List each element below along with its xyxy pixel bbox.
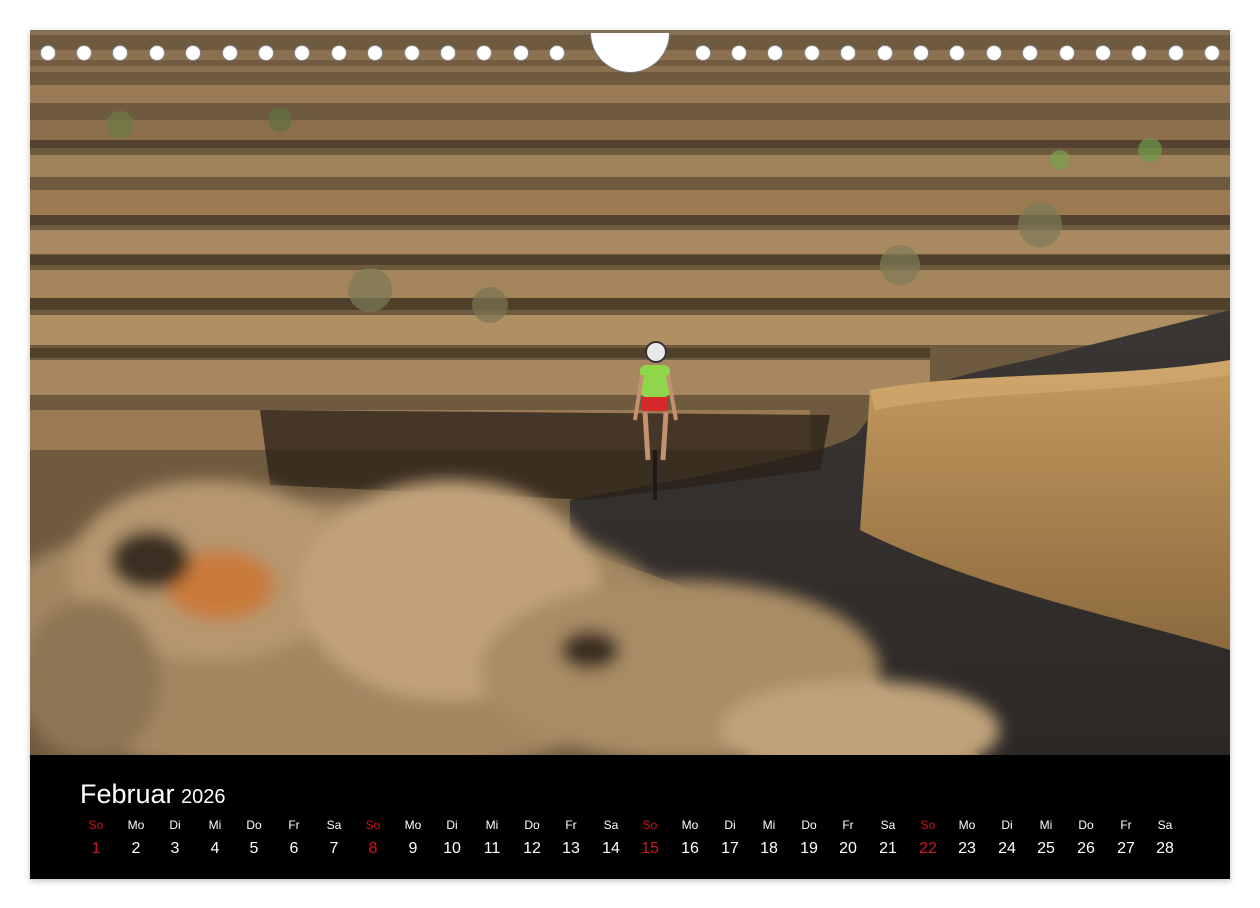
day-number: 10 <box>443 840 461 857</box>
day-name: Sa <box>1157 818 1173 832</box>
binding-hole <box>986 45 1002 61</box>
day-name: Di <box>169 818 181 832</box>
binding-hole <box>1131 45 1147 61</box>
binding-hole <box>549 45 565 61</box>
day-name: Sa <box>880 818 896 832</box>
binding-hole <box>877 45 893 61</box>
day-number: 9 <box>408 840 418 857</box>
day-number: 28 <box>1156 840 1174 857</box>
day-name: Di <box>724 818 736 832</box>
calendar-strip: Februar 2026 So 1 Mo 2 Di 3 Mi 4 Do 5 Fr 6 Sa 7 So 8 Mo 9… <box>30 755 1230 879</box>
binding-hole <box>1168 45 1184 61</box>
binding-hole <box>112 45 128 61</box>
binding-hole <box>331 45 347 61</box>
binding-hole <box>913 45 929 61</box>
day-name: Mi <box>485 818 499 832</box>
binding-hole <box>767 45 783 61</box>
binding-hole <box>1095 45 1111 61</box>
binding-hole <box>258 45 274 61</box>
day-name: Mo <box>681 818 699 832</box>
binding-hole <box>40 45 56 61</box>
month-name: Februar <box>80 779 175 809</box>
binding-hole <box>804 45 820 61</box>
binding-hole <box>949 45 965 61</box>
day-number: 27 <box>1117 840 1135 857</box>
month-title: Februar 2026 <box>80 779 226 810</box>
day-name: Mi <box>1039 818 1053 832</box>
photo-illustration <box>30 30 1230 755</box>
day-name: Mi <box>208 818 222 832</box>
day-number: 5 <box>249 840 259 857</box>
hanger-cutout <box>590 33 670 73</box>
day-number: 24 <box>998 840 1016 857</box>
binding-hole <box>149 45 165 61</box>
day-number: 22 <box>919 840 937 857</box>
binding-hole <box>476 45 492 61</box>
binding-hole <box>840 45 856 61</box>
day-name: Mo <box>958 818 976 832</box>
day-number: 23 <box>958 840 976 857</box>
binding-hole <box>222 45 238 61</box>
day-number: 4 <box>210 840 220 857</box>
day-name: Do <box>246 818 262 832</box>
day-number: 14 <box>602 840 620 857</box>
day-name: Sa <box>603 818 619 832</box>
binding-hole <box>731 45 747 61</box>
day-name: Sa <box>326 818 342 832</box>
binding-hole <box>440 45 456 61</box>
binding-hole <box>1204 45 1220 61</box>
day-name: So <box>365 818 381 832</box>
day-name: Di <box>1001 818 1013 832</box>
day-number: 8 <box>368 840 378 857</box>
calendar-page: Februar 2026 So 1 Mo 2 Di 3 Mi 4 Do 5 Fr 6 Sa 7 So 8 Mo 9… <box>30 30 1230 879</box>
day-name: Mi <box>762 818 776 832</box>
day-name: Fr <box>565 818 577 832</box>
day-number: 18 <box>760 840 778 857</box>
day-number: 6 <box>289 840 299 857</box>
binding-hole <box>185 45 201 61</box>
day-number: 11 <box>483 840 501 857</box>
binding-hole <box>513 45 529 61</box>
day-number: 25 <box>1037 840 1055 857</box>
day-number: 1 <box>91 840 101 857</box>
day-number: 7 <box>329 840 339 857</box>
day-number: 26 <box>1077 840 1095 857</box>
day-number: 21 <box>879 840 897 857</box>
day-name: So <box>642 818 658 832</box>
binding-hole <box>1059 45 1075 61</box>
day-number: 20 <box>839 840 857 857</box>
day-number: 15 <box>641 840 659 857</box>
day-name: Do <box>801 818 817 832</box>
day-name: Do <box>524 818 540 832</box>
day-number: 3 <box>170 840 180 857</box>
day-number: 17 <box>721 840 739 857</box>
year: 2026 <box>181 786 226 808</box>
day-name: Fr <box>288 818 300 832</box>
day-number: 16 <box>681 840 699 857</box>
day-name: Di <box>446 818 458 832</box>
binding-hole <box>1022 45 1038 61</box>
day-name: So <box>920 818 936 832</box>
binding-hole <box>695 45 711 61</box>
landscape-photo <box>30 30 1230 755</box>
day-name: Do <box>1078 818 1094 832</box>
day-number: 12 <box>523 840 541 857</box>
day-name: Fr <box>842 818 854 832</box>
day-name: Fr <box>1120 818 1132 832</box>
binding-hole <box>404 45 420 61</box>
day-name: Mo <box>127 818 145 832</box>
day-number: 19 <box>800 840 818 857</box>
binding-hole <box>76 45 92 61</box>
binding-holes <box>30 30 1230 80</box>
day-number: 13 <box>562 840 580 857</box>
binding-hole <box>294 45 310 61</box>
binding-hole <box>367 45 383 61</box>
day-number: 2 <box>131 840 141 857</box>
day-name: So <box>88 818 104 832</box>
day-name: Mo <box>404 818 422 832</box>
